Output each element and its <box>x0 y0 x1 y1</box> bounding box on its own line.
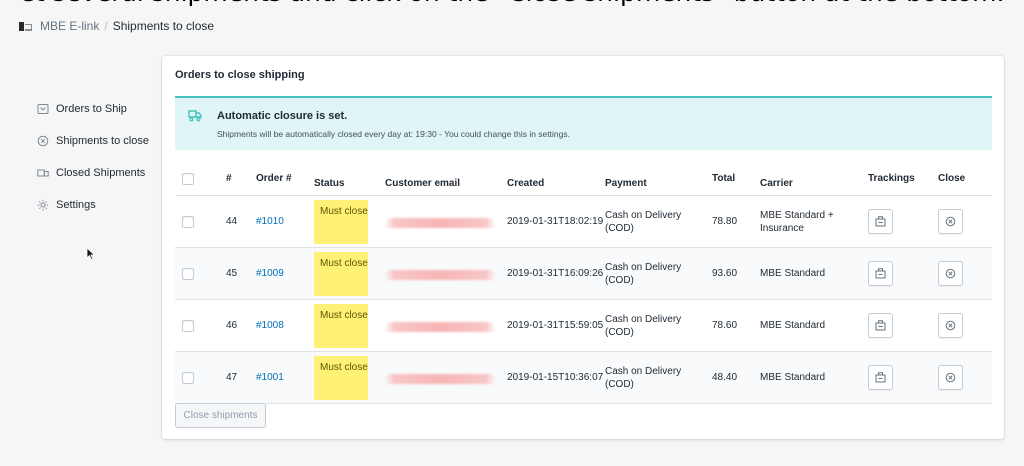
table-row: 46 #1008 Must close 2019-01-31T15:59:05 … <box>175 300 992 352</box>
header-total: Total <box>712 173 736 184</box>
package-icon <box>875 268 886 279</box>
carrier-name: MBE Standard + Insurance <box>760 209 834 234</box>
customer-email-redacted <box>385 322 495 332</box>
status-badge: Must close <box>314 355 368 400</box>
row-checkbox[interactable] <box>182 267 194 280</box>
mouse-cursor-icon <box>86 247 96 261</box>
tracking-button[interactable] <box>868 209 893 234</box>
select-all-checkbox-cell[interactable] <box>175 173 213 185</box>
sidebar-item-label: Closed Shipments <box>56 167 146 179</box>
carrier-name: MBE Standard <box>760 372 826 383</box>
payment-method: Cash on Delivery (COD) <box>605 261 682 286</box>
header-email: Customer email <box>385 178 461 189</box>
sidebar-item-orders-to-ship[interactable]: Orders to Ship <box>37 93 157 125</box>
select-all-checkbox[interactable] <box>182 173 194 185</box>
header-carrier: Carrier <box>760 178 793 189</box>
header-order: Order # <box>256 173 292 184</box>
row-number: 47 <box>226 372 238 383</box>
truck-icon <box>187 108 203 124</box>
banner-text: Shipments will be automatically closed e… <box>217 129 570 139</box>
table-row: 44 #1010 Must close 2019-01-31T18:02:19 … <box>175 196 992 248</box>
carrier-name: MBE Standard <box>760 320 826 331</box>
close-shipment-button[interactable] <box>938 365 963 390</box>
circle-x-icon <box>945 372 956 383</box>
page-title: Shipments to close <box>112 19 215 33</box>
status-badge: Must close <box>314 199 368 244</box>
sidebar-item-label: Settings <box>56 199 96 211</box>
header-trackings: Trackings <box>868 173 915 184</box>
order-link[interactable]: #1010 <box>256 216 284 227</box>
status-badge: Must close <box>314 303 368 348</box>
payment-method: Cash on Delivery (COD) <box>605 365 682 390</box>
order-total: 78.80 <box>712 216 738 227</box>
circle-x-icon <box>945 320 956 331</box>
shipments-table: # Order # Status Customer email Created … <box>175 163 992 404</box>
customer-email-redacted <box>385 218 495 228</box>
circle-x-icon <box>945 268 956 279</box>
header-payment: Payment <box>605 178 647 189</box>
row-checkbox[interactable] <box>182 319 194 332</box>
package-icon <box>875 372 886 383</box>
tracking-button[interactable] <box>868 261 893 286</box>
header-close: Close <box>938 173 966 184</box>
tracking-button[interactable] <box>868 313 893 338</box>
circle-x-icon <box>37 135 49 147</box>
order-total: 93.60 <box>712 268 738 279</box>
auto-closure-banner: Automatic closure is set. Shipments will… <box>175 96 992 150</box>
sidebar-item-label: Shipments to close <box>56 135 149 147</box>
card-title: Orders to close shipping <box>175 69 305 81</box>
created-date: 2019-01-31T18:02:19 <box>507 216 604 227</box>
row-number: 46 <box>226 320 238 331</box>
sidebar-item-shipments-to-close[interactable]: Shipments to close <box>37 125 157 157</box>
payment-method: Cash on Delivery (COD) <box>605 209 682 234</box>
package-icon <box>875 320 886 331</box>
gear-icon <box>37 199 49 211</box>
created-date: 2019-01-31T15:59:05 <box>507 320 604 331</box>
app-name[interactable]: MBE E-link <box>40 19 99 33</box>
row-checkbox[interactable] <box>182 371 194 384</box>
header-num: # <box>226 173 232 184</box>
close-shipment-button[interactable] <box>938 261 963 286</box>
circle-x-icon <box>945 216 956 227</box>
top-bar: MBE E-link / Shipments to close <box>0 10 1024 42</box>
table-row: 45 #1009 Must close 2019-01-31T16:09:26 … <box>175 248 992 300</box>
carrier-name: MBE Standard <box>760 268 826 279</box>
table-header-row: # Order # Status Customer email Created … <box>175 163 992 196</box>
orders-card: Orders to close shipping Automatic closu… <box>162 56 1004 439</box>
status-badge: Must close <box>314 251 368 296</box>
order-total: 48.40 <box>712 372 738 383</box>
customer-email-redacted <box>385 270 495 280</box>
sidebar-item-settings[interactable]: Settings <box>37 189 157 221</box>
row-number: 45 <box>226 268 238 279</box>
header-status: Status <box>314 178 345 189</box>
close-shipments-button[interactable]: Close shipments <box>175 403 266 428</box>
row-checkbox[interactable] <box>182 215 194 228</box>
close-shipment-button[interactable] <box>938 313 963 338</box>
sidebar-item-closed-shipments[interactable]: Closed Shipments <box>37 157 157 189</box>
customer-email-redacted <box>385 374 495 384</box>
package-icon <box>875 216 886 227</box>
header-created: Created <box>507 178 545 189</box>
sidebar-item-label: Orders to Ship <box>56 103 127 115</box>
payment-method: Cash on Delivery (COD) <box>605 313 682 338</box>
order-total: 78.60 <box>712 320 738 331</box>
box-icon <box>37 103 49 115</box>
order-link[interactable]: #1009 <box>256 268 284 279</box>
mbe-logo-icon <box>19 21 33 31</box>
created-date: 2019-01-31T16:09:26 <box>507 268 604 279</box>
shipment-icon <box>37 167 49 179</box>
tracking-button[interactable] <box>868 365 893 390</box>
banner-title: Automatic closure is set. <box>217 110 348 122</box>
sidebar-nav: Orders to Ship Shipments to close Closed… <box>37 93 157 221</box>
breadcrumb-separator: / <box>104 19 108 33</box>
order-link[interactable]: #1008 <box>256 320 284 331</box>
close-shipment-button[interactable] <box>938 209 963 234</box>
order-link[interactable]: #1001 <box>256 372 284 383</box>
instruction-caption: et several shipments and click on the "C… <box>0 0 1024 10</box>
row-number: 44 <box>226 216 238 227</box>
created-date: 2019-01-15T10:36:07 <box>507 372 604 383</box>
table-row: 47 #1001 Must close 2019-01-15T10:36:07 … <box>175 352 992 404</box>
